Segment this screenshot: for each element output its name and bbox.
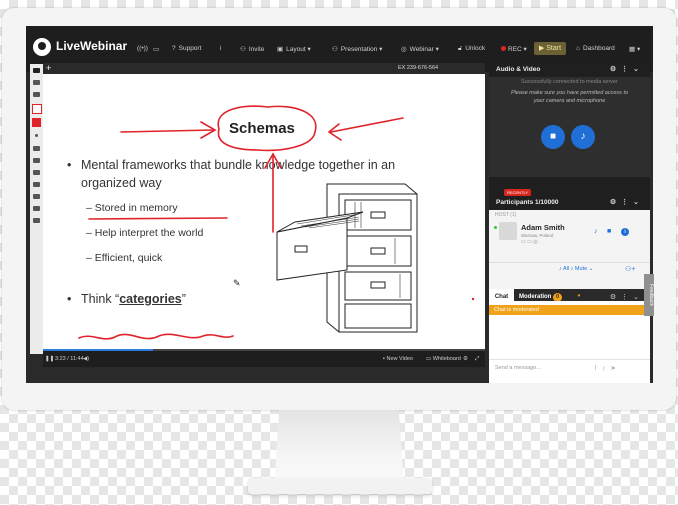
- help-icon: ?: [172, 45, 176, 52]
- signal-icon: ((•)): [137, 45, 148, 52]
- participant-camera-icon[interactable]: ■: [607, 228, 611, 235]
- webinar-icon: ◎: [401, 46, 407, 53]
- participant-location: Warsaw, Poland: [521, 233, 554, 238]
- online-indicator: [494, 226, 497, 229]
- undo-icon[interactable]: [33, 182, 40, 187]
- invite-button[interactable]: ⚇ Invite: [240, 45, 264, 53]
- attach-icon[interactable]: ⌇: [594, 365, 602, 372]
- presentation-slide[interactable]: Schemas • Mental frameworks that bundle …: [43, 74, 485, 349]
- pencil-icon: ✎: [233, 278, 241, 288]
- add-slide-icon[interactable]: +: [46, 63, 51, 73]
- audio-video-body: Successfully connected to media server P…: [489, 77, 650, 177]
- gear-icon[interactable]: ⚙: [610, 294, 621, 301]
- participant-info-icon[interactable]: i: [621, 228, 629, 236]
- chevron-down-icon[interactable]: ⌄: [633, 294, 644, 301]
- unlock-button[interactable]: 🔓︎ Unlock: [458, 45, 485, 53]
- presentation-icon: ⚇: [332, 46, 338, 53]
- more-icon[interactable]: ⋮: [621, 66, 633, 73]
- chevron-down-icon[interactable]: ⌄: [633, 66, 644, 73]
- start-button[interactable]: ▶ Start: [534, 42, 566, 55]
- divider: [489, 262, 650, 263]
- audio-video-header: Audio & Video ⚙⋮⌄: [496, 66, 644, 73]
- more-icon[interactable]: ⋮: [621, 294, 633, 301]
- new-video-button[interactable]: ▪ New Video: [383, 356, 413, 362]
- gear-icon[interactable]: ⚙: [610, 199, 621, 206]
- add-user-icon[interactable]: ⚇+: [625, 265, 635, 273]
- chat-message-input[interactable]: Send a message...: [495, 365, 541, 371]
- select-tool-icon[interactable]: [33, 80, 40, 85]
- invite-icon: ⚇: [240, 46, 246, 53]
- connection-status: Successfully connected to media server: [521, 79, 618, 85]
- participant-name: Adam Smith: [521, 223, 565, 232]
- line-tool-icon[interactable]: [33, 158, 40, 163]
- right-panel: Audio & Video ⚙⋮⌄ Successfully connected …: [489, 63, 653, 383]
- livewebinar-logo-icon: [33, 38, 51, 56]
- fullscreen-icon[interactable]: ⤢: [475, 356, 479, 363]
- divider: [489, 359, 650, 360]
- avatar: [499, 222, 517, 240]
- permission-hint: Please make sure you have permitted acce…: [510, 90, 629, 96]
- chat-input-icons: ⌇♪➤: [594, 364, 621, 372]
- player-bar: ❚❚ 3:23 / 11:44 ◀) ▪ New Video ▭ Whitebo…: [43, 349, 485, 367]
- support-button[interactable]: ? Support: [172, 45, 201, 52]
- send-icon[interactable]: ➤: [610, 365, 620, 372]
- participant-mic-icon[interactable]: ♪: [594, 228, 598, 235]
- progress-track[interactable]: [43, 349, 485, 351]
- red-annotations: [78, 105, 475, 340]
- captions-icon[interactable]: ▭: [153, 45, 159, 53]
- progress-fill: [43, 349, 153, 351]
- download-icon[interactable]: [33, 206, 40, 211]
- record-dot-icon: [501, 46, 506, 51]
- chevron-down-icon[interactable]: ⌄: [633, 199, 644, 206]
- whiteboard-button[interactable]: ▭ Whiteboard: [426, 356, 461, 362]
- playback-time: 3:23 / 11:44: [55, 356, 84, 362]
- settings-icon[interactable]: ⚙: [463, 356, 468, 362]
- layout-button[interactable]: ▣ Layout ▾: [277, 45, 311, 53]
- text-tool-icon[interactable]: [33, 146, 40, 151]
- gear-icon[interactable]: ⚙: [610, 66, 621, 73]
- rec-button[interactable]: REC ▾: [501, 45, 527, 53]
- pause-icon[interactable]: ❚❚: [45, 356, 54, 362]
- mute-all-controls[interactable]: ♪ All ♪ Mute ⌄: [559, 266, 593, 272]
- pointer-tool-icon[interactable]: [33, 68, 40, 73]
- eraser-icon[interactable]: [33, 194, 40, 199]
- dashboard-button[interactable]: ⌂ Dashboard: [576, 45, 615, 52]
- camera-button[interactable]: ■: [541, 125, 565, 149]
- shape-color-icon[interactable]: [32, 104, 42, 114]
- dot-size-icon[interactable]: [35, 134, 38, 137]
- more-icon[interactable]: ⋮: [621, 199, 633, 206]
- webinar-button[interactable]: ◎ Webinar ▾: [401, 45, 439, 53]
- palette-icon[interactable]: ◕: [577, 293, 581, 299]
- participant-device-icons: ▭ ▭ ◎: [521, 239, 538, 245]
- info-icon[interactable]: i: [220, 45, 221, 52]
- feedback-tab[interactable]: Feedback: [644, 274, 654, 316]
- monitor-stand-base: [248, 478, 432, 494]
- language-flag-icon[interactable]: ▦ ▾: [629, 45, 640, 53]
- pen-tool-icon[interactable]: [33, 170, 40, 175]
- chat-moderated-banner: Chat is moderated: [489, 305, 653, 315]
- participants-header: Participants 1/10000 ⚙⋮⌄: [496, 199, 644, 206]
- layout-icon: ▣: [277, 46, 284, 53]
- dashboard-icon: ⌂: [576, 45, 580, 52]
- recently-badge: RECENTLY: [504, 189, 532, 196]
- host-label: HOST (1): [495, 212, 517, 218]
- drawing-toolbar: [30, 64, 43, 354]
- volume-icon[interactable]: ◀): [83, 356, 89, 362]
- fill-color-icon[interactable]: [32, 118, 41, 127]
- screen-tool-icon[interactable]: [33, 92, 40, 97]
- webinar-screen: LiveWebinar ((•)) ▭ ? Support i ⚇ Invite ▣…: [26, 26, 653, 383]
- session-id: EX 239-676-564: [398, 65, 439, 71]
- participants-list: HOST (1) Adam Smith Warsaw, Poland ▭ ▭ ◎…: [489, 210, 650, 290]
- lock-icon: 🔓︎: [458, 45, 463, 52]
- app-name: LiveWebinar: [56, 39, 128, 53]
- clear-icon[interactable]: [33, 218, 40, 223]
- presentation-button[interactable]: ⚇ Presentation ▾: [332, 45, 382, 53]
- microphone-button[interactable]: ♪: [571, 125, 595, 149]
- permission-hint-2: your camera and microphone: [533, 98, 606, 104]
